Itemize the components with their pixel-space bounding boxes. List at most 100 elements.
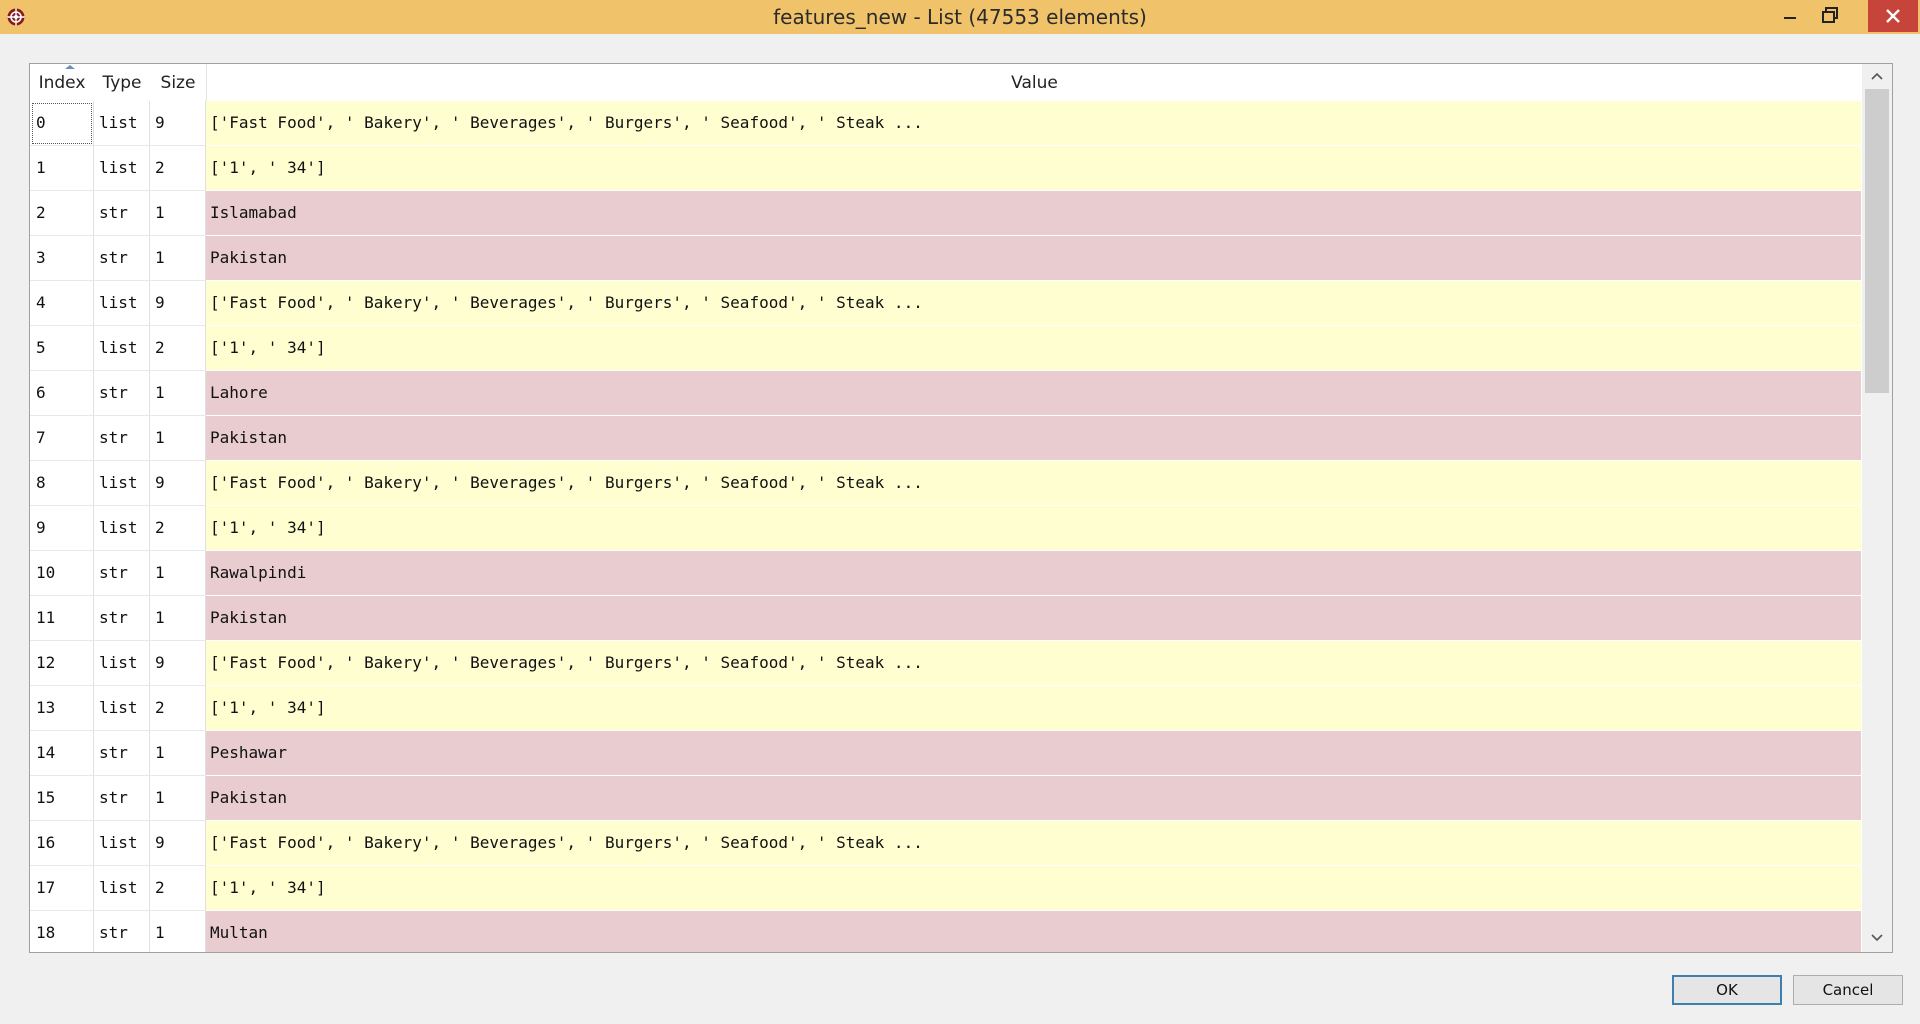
table-row[interactable]: 15 str 1 Pakistan: [30, 776, 1862, 821]
cell-value[interactable]: Rawalpindi: [206, 551, 1862, 596]
table-row[interactable]: 4 list 9 ['Fast Food', ' Bakery', ' Beverag…: [30, 281, 1862, 326]
cell-type[interactable]: list: [94, 821, 150, 866]
cell-value[interactable]: ['1', ' 34']: [206, 686, 1862, 731]
cell-index[interactable]: 5: [30, 326, 94, 371]
table-row[interactable]: 0 list 9 ['Fast Food', ' Bakery', ' Beverag…: [30, 101, 1862, 146]
cell-type[interactable]: str: [94, 776, 150, 821]
cell-size[interactable]: 2: [150, 326, 206, 371]
cell-size[interactable]: 1: [150, 371, 206, 416]
cell-type[interactable]: str: [94, 416, 150, 461]
cell-index[interactable]: 11: [30, 596, 94, 641]
table-row[interactable]: 9 list 2 ['1', ' 34']: [30, 506, 1862, 551]
cell-value[interactable]: ['Fast Food', ' Bakery', ' Beverages', '…: [206, 281, 1862, 326]
cell-value[interactable]: ['1', ' 34']: [206, 146, 1862, 191]
cell-value[interactable]: ['Fast Food', ' Bakery', ' Beverages', '…: [206, 101, 1862, 146]
cell-value[interactable]: ['1', ' 34']: [206, 326, 1862, 371]
table-row[interactable]: 7 str 1 Pakistan: [30, 416, 1862, 461]
cell-size[interactable]: 9: [150, 281, 206, 326]
cell-size[interactable]: 9: [150, 821, 206, 866]
table-row[interactable]: 12 list 9 ['Fast Food', ' Bakery', ' Bevera…: [30, 641, 1862, 686]
table-row[interactable]: 13 list 2 ['1', ' 34']: [30, 686, 1862, 731]
cell-size[interactable]: 2: [150, 866, 206, 911]
cell-type[interactable]: str: [94, 236, 150, 281]
cell-index[interactable]: 14: [30, 731, 94, 776]
cell-index[interactable]: 17: [30, 866, 94, 911]
cell-value[interactable]: Lahore: [206, 371, 1862, 416]
cell-type[interactable]: list: [94, 506, 150, 551]
cell-size[interactable]: 1: [150, 596, 206, 641]
column-header-size[interactable]: Size: [150, 64, 206, 101]
cell-type[interactable]: str: [94, 551, 150, 596]
cell-value[interactable]: Pakistan: [206, 416, 1862, 461]
cell-type[interactable]: list: [94, 146, 150, 191]
cell-value[interactable]: Islamabad: [206, 191, 1862, 236]
table-row[interactable]: 11 str 1 Pakistan: [30, 596, 1862, 641]
cell-value[interactable]: Peshawar: [206, 731, 1862, 776]
cell-index[interactable]: 1: [30, 146, 94, 191]
cell-value[interactable]: ['Fast Food', ' Bakery', ' Beverages', '…: [206, 821, 1862, 866]
cell-type[interactable]: list: [94, 686, 150, 731]
cell-size[interactable]: 1: [150, 551, 206, 596]
scroll-down-icon[interactable]: [1869, 932, 1885, 944]
column-header-value[interactable]: Value: [206, 64, 1862, 101]
cell-size[interactable]: 1: [150, 776, 206, 821]
cell-size[interactable]: 1: [150, 236, 206, 281]
cell-index[interactable]: 2: [30, 191, 94, 236]
cell-type[interactable]: list: [94, 326, 150, 371]
column-header-index[interactable]: Index: [30, 64, 94, 101]
cell-size[interactable]: 1: [150, 191, 206, 236]
table-row[interactable]: 16 list 9 ['Fast Food', ' Bakery', ' Bevera…: [30, 821, 1862, 866]
cell-index[interactable]: 6: [30, 371, 94, 416]
cell-size[interactable]: 9: [150, 461, 206, 506]
minimize-button[interactable]: [1770, 0, 1810, 32]
cell-size[interactable]: 2: [150, 506, 206, 551]
table-row[interactable]: 17 list 2 ['1', ' 34']: [30, 866, 1862, 911]
cell-type[interactable]: list: [94, 866, 150, 911]
table-row[interactable]: 10 str 1 Rawalpindi: [30, 551, 1862, 596]
cell-size[interactable]: 2: [150, 146, 206, 191]
cell-type[interactable]: list: [94, 461, 150, 506]
cell-size[interactable]: 1: [150, 911, 206, 952]
cell-index[interactable]: 8: [30, 461, 94, 506]
cell-value[interactable]: Pakistan: [206, 236, 1862, 281]
cell-type[interactable]: str: [94, 596, 150, 641]
cell-index[interactable]: 4: [30, 281, 94, 326]
cell-index[interactable]: 15: [30, 776, 94, 821]
cell-value[interactable]: ['Fast Food', ' Bakery', ' Beverages', '…: [206, 641, 1862, 686]
cell-type[interactable]: str: [94, 731, 150, 776]
cell-size[interactable]: 2: [150, 686, 206, 731]
cancel-button[interactable]: Cancel: [1793, 975, 1903, 1005]
cell-type[interactable]: list: [94, 101, 150, 146]
table-row[interactable]: 2 str 1 Islamabad: [30, 191, 1862, 236]
table-row[interactable]: 5 list 2 ['1', ' 34']: [30, 326, 1862, 371]
cell-value[interactable]: ['Fast Food', ' Bakery', ' Beverages', '…: [206, 461, 1862, 506]
table-row[interactable]: 18 str 1 Multan: [30, 911, 1862, 952]
title-bar[interactable]: features_new - List (47553 elements): [0, 0, 1920, 34]
scroll-up-icon[interactable]: [1869, 70, 1885, 82]
cell-index[interactable]: 12: [30, 641, 94, 686]
cell-type[interactable]: str: [94, 191, 150, 236]
cell-index[interactable]: 9: [30, 506, 94, 551]
table-row[interactable]: 8 list 9 ['Fast Food', ' Bakery', ' Beverag…: [30, 461, 1862, 506]
cell-size[interactable]: 9: [150, 641, 206, 686]
cell-type[interactable]: str: [94, 371, 150, 416]
cell-index[interactable]: 18: [30, 911, 94, 952]
ok-button[interactable]: OK: [1672, 975, 1782, 1005]
cell-index[interactable]: 10: [30, 551, 94, 596]
cell-size[interactable]: 9: [150, 101, 206, 146]
cell-index[interactable]: 16: [30, 821, 94, 866]
cell-type[interactable]: list: [94, 641, 150, 686]
cell-type[interactable]: list: [94, 281, 150, 326]
cell-index[interactable]: 7: [30, 416, 94, 461]
cell-index[interactable]: 3: [30, 236, 94, 281]
cell-value[interactable]: Multan: [206, 911, 1862, 952]
cell-value[interactable]: ['1', ' 34']: [206, 866, 1862, 911]
restore-button[interactable]: [1810, 0, 1850, 32]
column-header-type[interactable]: Type: [94, 64, 150, 101]
cell-value[interactable]: Pakistan: [206, 596, 1862, 641]
vertical-scrollbar[interactable]: [1862, 64, 1892, 952]
cell-index[interactable]: 0: [30, 101, 94, 146]
cell-index[interactable]: 13: [30, 686, 94, 731]
cell-size[interactable]: 1: [150, 416, 206, 461]
table-row[interactable]: 1 list 2 ['1', ' 34']: [30, 146, 1862, 191]
